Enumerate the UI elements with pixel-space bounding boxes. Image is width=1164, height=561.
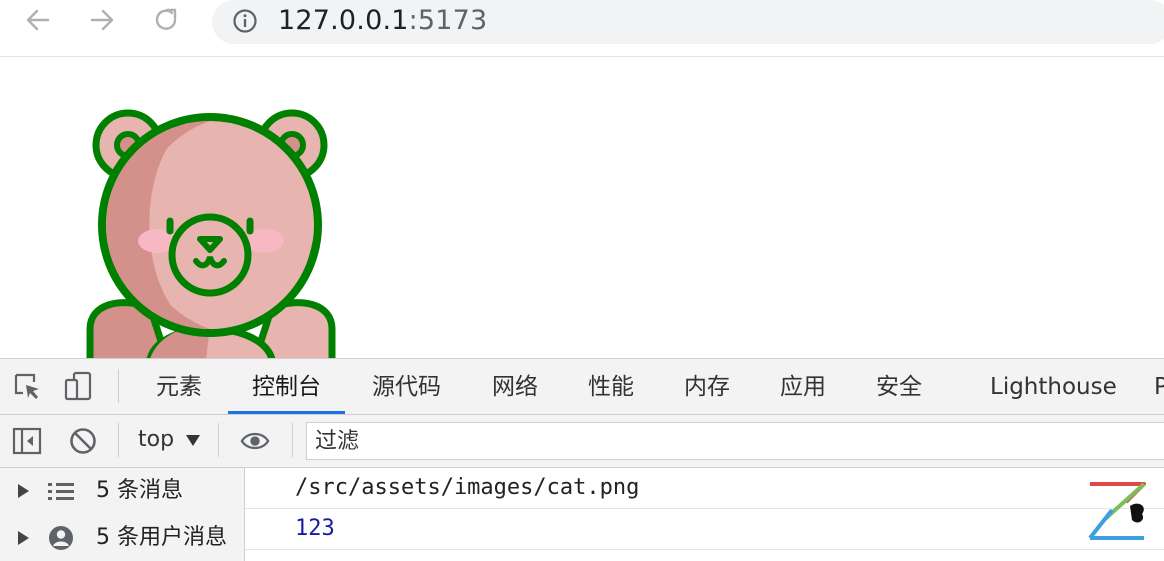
back-icon[interactable] — [24, 6, 52, 34]
browser-toolbar: 127.0.0.1:5173 — [0, 0, 1164, 57]
tab-application[interactable]: 应用 — [780, 359, 826, 414]
eye-icon[interactable] — [240, 426, 270, 456]
inspect-element-icon[interactable] — [12, 371, 42, 401]
address-bar[interactable]: 127.0.0.1:5173 — [212, 0, 1164, 44]
user-icon — [49, 526, 73, 550]
tab-network[interactable]: 网络 — [492, 359, 538, 414]
toolbar-divider — [118, 423, 119, 457]
sidebar-item-user-messages[interactable]: 5 条用户消息 — [0, 515, 244, 561]
chevron-down-icon[interactable] — [186, 435, 200, 446]
tab-sources[interactable]: 源代码 — [372, 359, 441, 414]
context-selector[interactable]: top — [138, 424, 174, 456]
device-toggle-icon[interactable] — [64, 371, 94, 401]
sidebar-item-label: 5 条用户消息 — [96, 525, 227, 550]
devtools-panel: 元素 控制台 源代码 网络 性能 内存 应用 安全 Lighthouse P t… — [0, 358, 1164, 561]
toolbar-divider — [118, 369, 119, 403]
tab-lighthouse[interactable]: Lighthouse — [990, 359, 1117, 414]
sidebar-item-label: 5 条消息 — [96, 478, 183, 503]
console-toolbar: top — [0, 415, 1164, 468]
info-icon[interactable] — [232, 8, 258, 34]
tab-memory[interactable]: 内存 — [684, 359, 730, 414]
filter-input[interactable] — [315, 423, 1115, 459]
tab-performance[interactable]: 性能 — [588, 359, 634, 414]
forward-icon[interactable] — [88, 6, 116, 34]
bear-icon — [86, 109, 336, 358]
toolbar-divider — [218, 423, 219, 457]
tab-more[interactable]: P — [1154, 359, 1164, 414]
expand-arrow-icon[interactable] — [18, 531, 29, 545]
app-logo-icon — [1088, 482, 1146, 540]
toolbar-divider — [292, 423, 293, 457]
reload-icon[interactable] — [152, 6, 180, 34]
page-viewport — [0, 57, 1164, 358]
console-message-text: /src/assets/images/cat.png — [295, 475, 640, 500]
console-message: /src/assets/images/cat.png — [245, 468, 1164, 509]
devtools-tabbar: 元素 控制台 源代码 网络 性能 内存 应用 安全 Lighthouse P — [0, 359, 1164, 415]
console-output: /src/assets/images/cat.png 123 — [245, 468, 1164, 561]
filter-field[interactable] — [306, 422, 1164, 460]
tab-elements[interactable]: 元素 — [156, 359, 202, 414]
tab-console[interactable]: 控制台 — [228, 359, 345, 414]
console-message-text: 123 — [295, 516, 335, 541]
clear-console-icon[interactable] — [68, 426, 98, 456]
expand-arrow-icon[interactable] — [18, 484, 29, 498]
sidebar-item-messages[interactable]: 5 条消息 — [0, 468, 244, 514]
tab-security[interactable]: 安全 — [876, 359, 922, 414]
url-port: :5173 — [408, 5, 488, 36]
sidebar-toggle-icon[interactable] — [12, 426, 42, 456]
url-text[interactable]: 127.0.0.1:5173 — [278, 4, 487, 38]
list-icon — [48, 483, 74, 500]
console-sidebar: 5 条消息 5 条用户消息 — [0, 468, 245, 561]
url-host: 127.0.0.1 — [278, 5, 409, 36]
console-message: 123 — [245, 509, 1164, 550]
